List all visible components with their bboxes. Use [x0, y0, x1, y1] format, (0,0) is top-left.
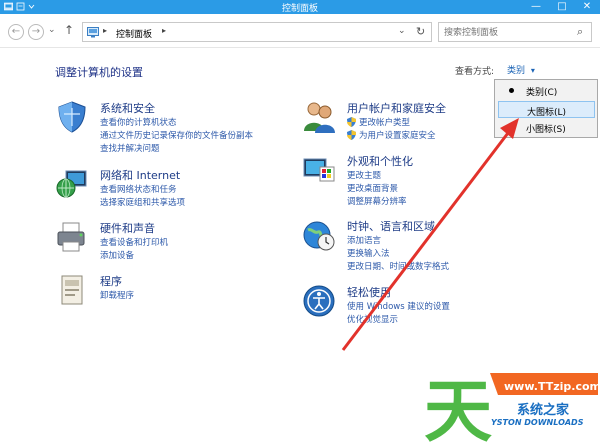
watermark-logo: 天	[424, 373, 598, 443]
watermark-site: 系统之家	[517, 403, 570, 418]
svg-text:天: 天	[424, 373, 492, 443]
watermark-url: www.TTzip.com	[504, 380, 600, 393]
watermark-roman: YSTON DOWNLOADS	[491, 418, 584, 427]
